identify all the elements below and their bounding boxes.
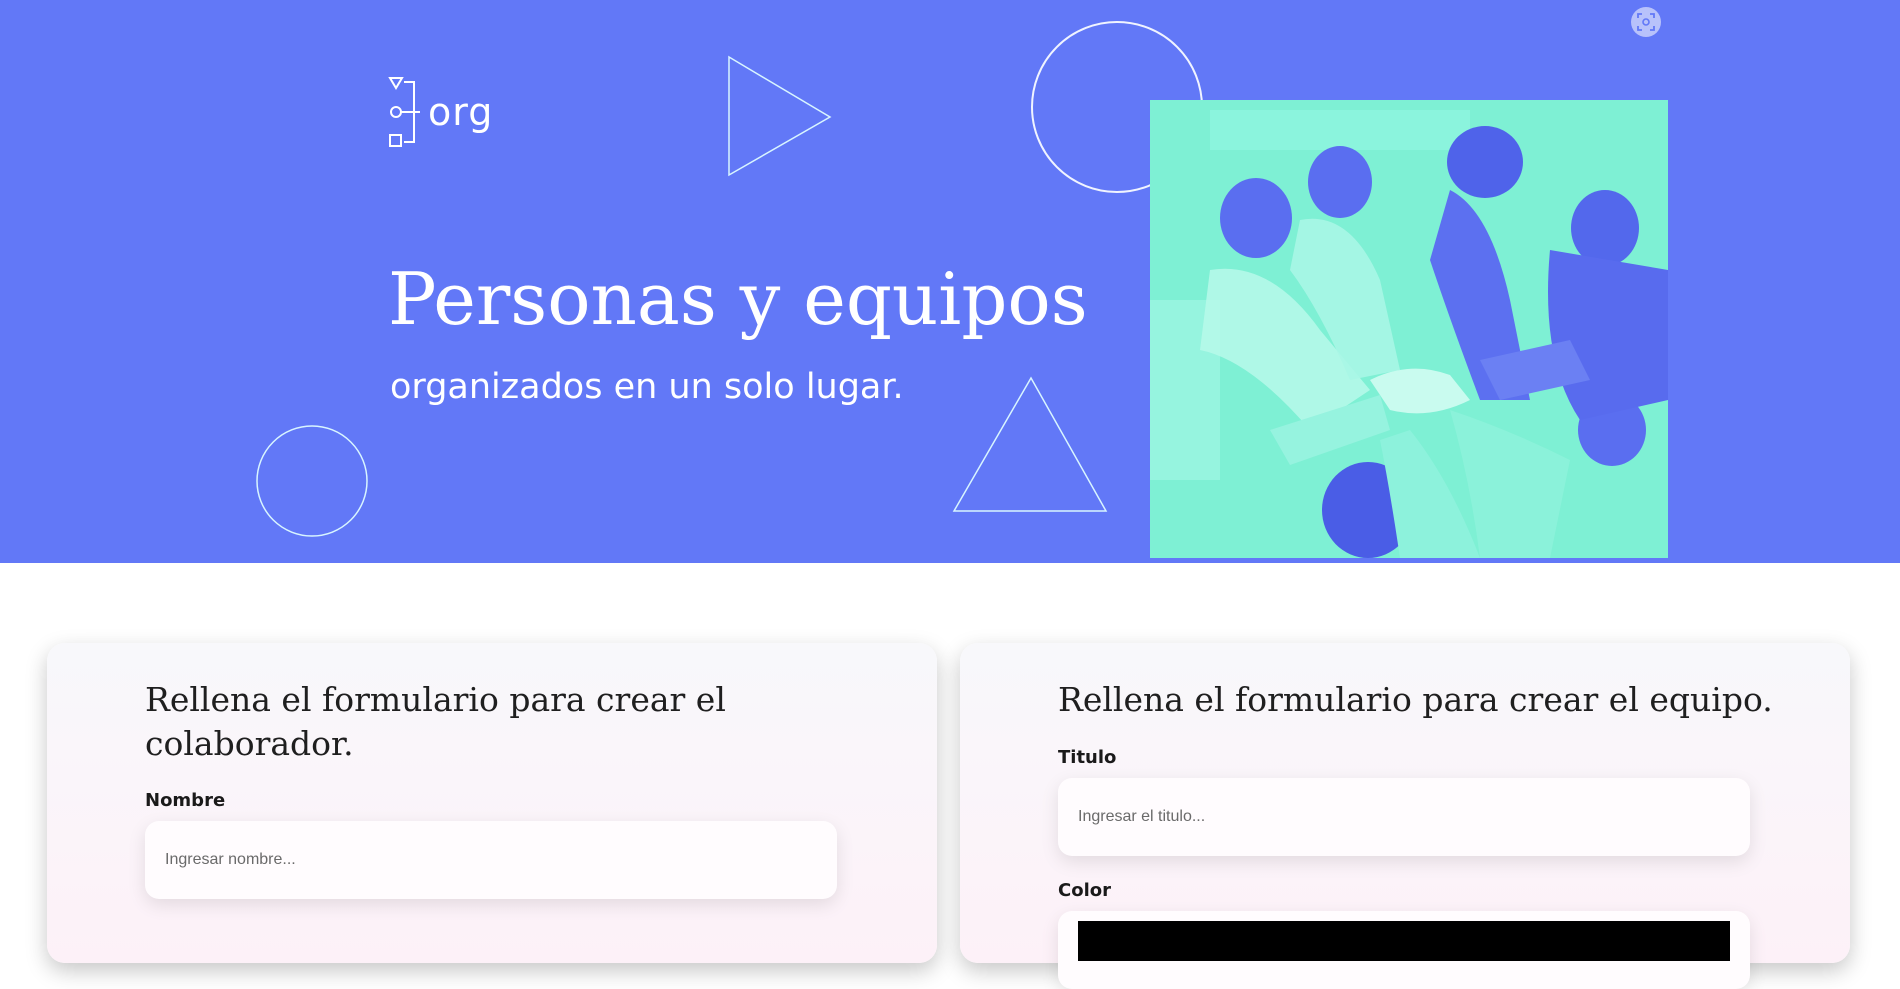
logo-text: org	[428, 90, 494, 134]
hero-banner: org Personas y equipos organizados en un…	[0, 0, 1900, 563]
team-photo	[1150, 100, 1668, 558]
team-form-heading: Rellena el formulario para crear el equi…	[1058, 680, 1773, 719]
color-label: Color	[1058, 880, 1111, 901]
screenshot-icon	[1637, 13, 1655, 31]
color-input[interactable]	[1058, 911, 1750, 989]
org-logo-icon	[388, 77, 420, 147]
decorative-triangle-top	[728, 55, 832, 177]
name-input[interactable]	[145, 821, 837, 899]
team-form: Rellena el formulario para crear el equi…	[960, 643, 1850, 989]
collaborator-form: Rellena el formulario para crear el cola…	[47, 643, 937, 963]
title-label: Titulo	[1058, 747, 1117, 768]
hero-subtitle: organizados en un solo lugar.	[390, 367, 904, 407]
hero-title: Personas y equipos	[388, 257, 1088, 341]
name-label: Nombre	[145, 790, 226, 811]
collaborator-form-heading: Rellena el formulario para crear el cola…	[145, 680, 726, 763]
title-input[interactable]	[1058, 778, 1750, 856]
color-swatch	[1078, 921, 1730, 961]
org-logo[interactable]: org	[388, 76, 493, 148]
screenshot-button[interactable]	[1631, 7, 1661, 37]
decorative-triangle-bottom	[952, 376, 1108, 512]
decorative-circle-left	[256, 425, 368, 537]
